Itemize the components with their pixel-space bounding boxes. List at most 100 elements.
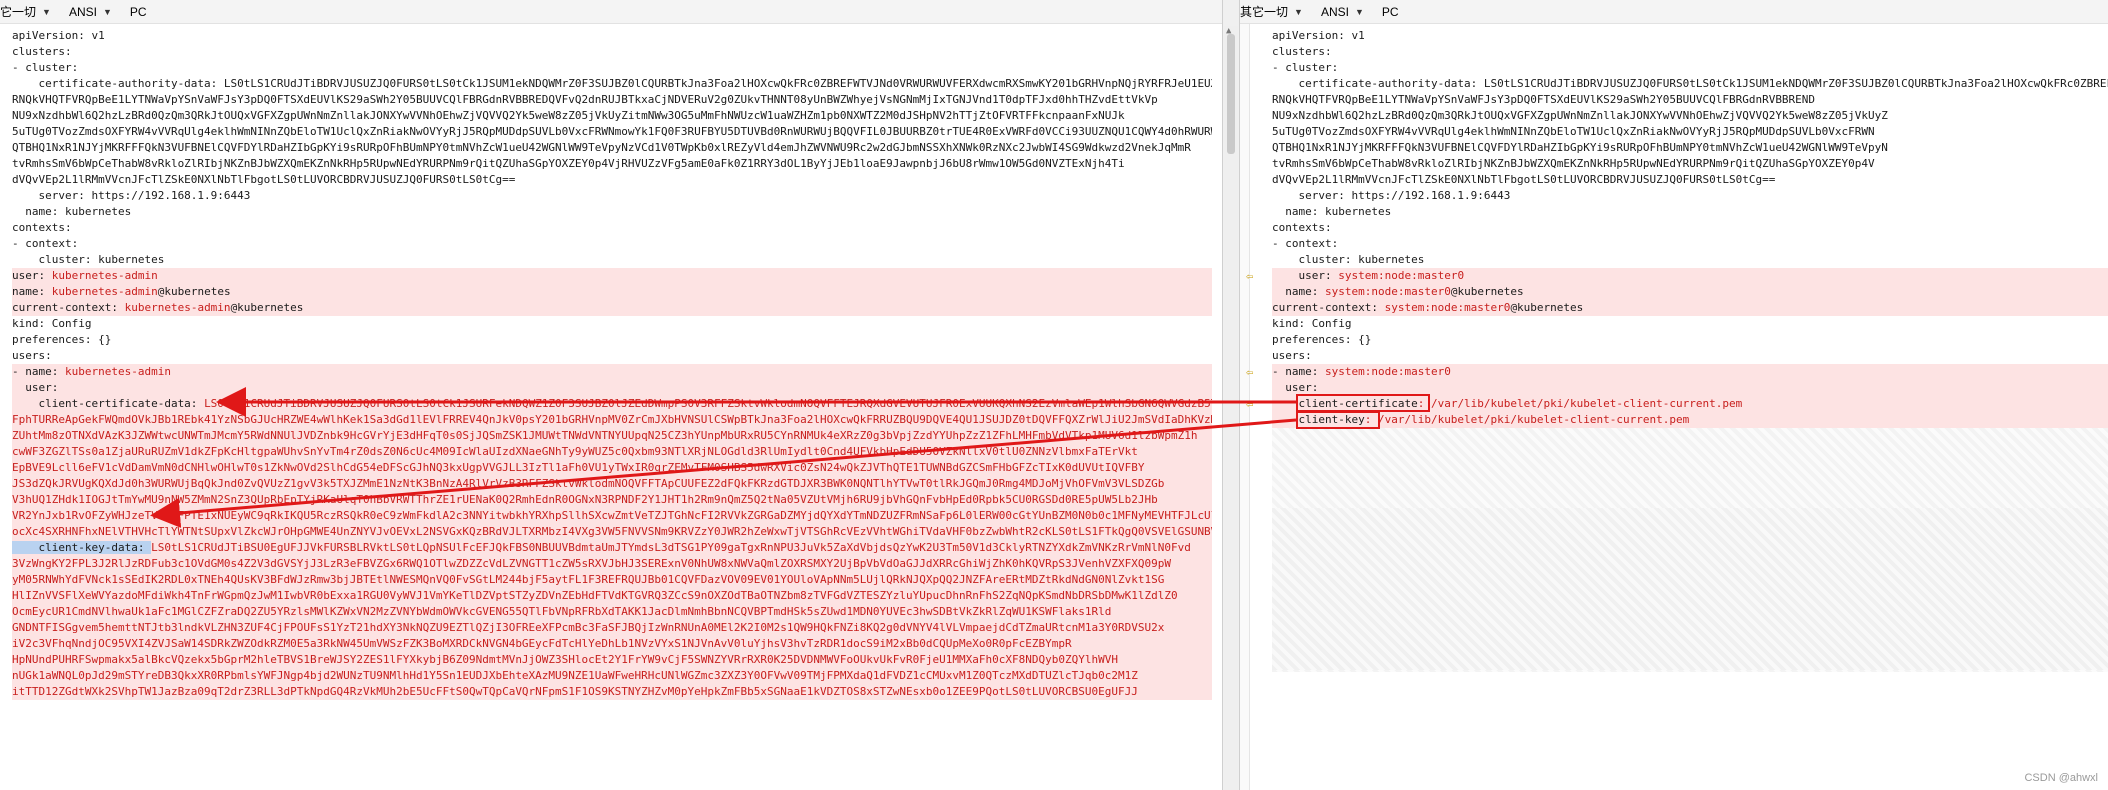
right-code-line[interactable]: - name: system:node:master0 [1272,364,2108,380]
right-code-line[interactable]: - cluster: [1272,60,2108,76]
right-code-line[interactable]: 5uTUg0TVozZmdsOXFYRW4vVVRqUlg4eklhWmNINn… [1272,124,2108,140]
right-code-line[interactable]: name: kubernetes [1272,204,2108,220]
left-code-line[interactable]: QTBHQ1NxR1NJYjMKRFFFQkN3VUFBNElCQVFDYlRD… [12,140,1212,156]
code-text: - cluster: [12,61,79,74]
copy-left-arrow-icon[interactable]: ⇦ [1246,366,1262,378]
left-code-line[interactable]: OcmEycUR1CmdNVlhwaUk1aFc1MGlCZFZraDQ2ZU5… [12,604,1212,620]
right-code-line[interactable]: name: system:node:master0@kubernetes [1272,284,2108,300]
code-text: name: kubernetes [12,205,132,218]
left-code-line[interactable]: preferences: {} [12,332,1212,348]
left-code-line[interactable]: certificate-authority-data: LS0tLS1CRUdJ… [12,76,1212,92]
code-text: certificate-authority-data: LS0tLS1CRUdJ… [38,77,1212,90]
left-code-line[interactable]: kind: Config [12,316,1212,332]
left-code-line[interactable]: GNDNTFISGgvem5hemttNTJtb3lndkVLZHN3ZUF4C… [12,620,1212,636]
code-diff-value: kubernetes-admin [51,269,158,282]
left-vertical-scrollbar[interactable]: ▲ [1224,26,1238,790]
right-code-line[interactable]: - context: [1272,236,2108,252]
left-code-line[interactable]: clusters: [12,44,1212,60]
code-text: users: [12,349,52,362]
left-code-line[interactable]: user: [12,380,1212,396]
right-code-line[interactable]: clusters: [1272,44,2108,60]
right-code-line[interactable]: cluster: kubernetes [1272,252,2108,268]
right-code-line[interactable]: contexts: [1272,220,2108,236]
left-code-line[interactable]: 5uTUg0TVozZmdsOXFYRW4vVVRqUlg4eklhWmNINn… [12,124,1212,140]
code-text: preferences: {} [12,333,112,346]
left-code-line[interactable]: ocXc4SXRHNFhxNElVTHVHcTlYWTNtSUpxVlZkcWJ… [12,524,1212,540]
left-code-line[interactable]: tvRmhsSmV6bWpCeThabW8vRkloZlRIbjNKZnBJbW… [12,156,1212,172]
left-code-line[interactable]: NU9xNzdhbWl6Q2hzLzBRd0QzQm3QRkJtOUQxVGFX… [12,108,1212,124]
right-encoding-menu[interactable]: 其它一切 ▼ [1240,3,1303,20]
right-code-line[interactable]: RNQkVHQTFVRQpBeE1LYTNWaVpYSnVaWFJsY3pDQ0… [1272,92,2108,108]
left-code-line[interactable]: - name: kubernetes-admin [12,364,1212,380]
right-code-view[interactable]: apiVersion: v1 clusters: - cluster: certif… [1272,28,2108,428]
left-code-line[interactable]: EpBVE9Lcll6eFV1cVdDamVmN0dCNHlwOHlwT0s1Z… [12,460,1212,476]
left-code-line[interactable]: name: kubernetes [12,204,1212,220]
left-code-line[interactable]: yM05RNWhYdFVNck1sSEdIK2RDL0xTNEh4QUsKV3B… [12,572,1212,588]
left-toolbar: 它一切 ▼ ANSI ▼ PC [0,0,1222,24]
right-line-ending-label: PC [1381,4,1399,19]
left-code-line[interactable]: cluster: kubernetes [12,252,1212,268]
left-code-line[interactable]: client-key-data: LS0tLS1CRUdJTiBSU0EgUFJ… [12,540,1212,556]
left-line-ending[interactable]: PC [130,5,147,19]
left-code-line[interactable]: - cluster: [12,60,1212,76]
left-code-line[interactable]: VR2YnJxb1RvOFZyWHJzeTVrSDFPTE1xNUEyWC9qR… [12,508,1212,524]
left-code-line[interactable]: user: kubernetes-admin [12,268,1212,284]
code-diff-value: : /var/lib/kubelet/pki/kubelet-client-cu… [1364,413,1690,426]
code-diff-value: kubernetes-admin [64,365,171,378]
left-code-view[interactable]: apiVersion: v1 clusters: - cluster: certif… [12,28,1212,700]
code-text: nUGk1aWNQL0pJd29mSTYreDB3QkxXR0RPbmlsYWF… [12,669,1138,682]
left-code-line[interactable]: cwWF3ZGZlTSs0a1ZjaURuRUZmV1dkZFpKcHltgpa… [12,444,1212,460]
left-code-line[interactable]: RNQkVHQTFVRQpBeE1LYTNWaVpYSnVaWFJsY3pDQ0… [12,92,1212,108]
left-code-line[interactable]: FphTURReApGekFWQmdOVkJBb1REbk41YzNSbGJUc… [12,412,1212,428]
right-code-line[interactable]: current-context: system:node:master0@kub… [1272,300,2108,316]
left-code-line[interactable]: apiVersion: v1 [12,28,1212,44]
code-key: name: [1272,285,1325,298]
code-diff-value: : /var/lib/kubelet/pki/kubelet-client-cu… [1417,397,1743,410]
right-code-line[interactable]: tvRmhsSmV6bWpCeThabW8vRkloZlRIbjNKZnBJbW… [1272,156,2108,172]
right-code-line[interactable]: server: https://192.168.1.9:6443 [1272,188,2108,204]
code-text: name: kubernetes [1272,205,1392,218]
code-text: clusters: [12,45,72,58]
left-code-line[interactable]: V3hUQ1ZHdk1IOGJtTmYwMU9nNW5ZMmN2SnZ3QUpR… [12,492,1212,508]
right-line-ending[interactable]: PC [1382,5,1399,19]
left-code-line[interactable]: dVQvVEp2L1lRMmVVcnJFcTlZSkE0NXlNbTlFbgot… [12,172,1212,188]
right-code-line[interactable]: certificate-authority-data: LS0tLS1CRUdJ… [1272,76,2108,92]
right-code-line[interactable]: client-key: /var/lib/kubelet/pki/kubelet… [1272,412,2108,428]
scroll-thumb[interactable] [1227,34,1235,154]
right-code-line[interactable]: users: [1272,348,2108,364]
left-code-line[interactable]: HpNUndPUHRFSwpmakx5alBkcVQzekx5bGprM2hle… [12,652,1212,668]
right-code-line[interactable]: dVQvVEp2L1lRMmVVcnJFcTlZSkE0NXlNbTlFbgot… [1272,172,2108,188]
code-text: server: https://192.168.1.9:6443 [12,189,251,202]
copy-left-arrow-icon[interactable]: ⇦ [1246,270,1262,282]
right-code-line[interactable]: QTBHQ1NxR1NJYjMKRFFFQkN3VUFBNElCQVFDYlRD… [1272,140,2108,156]
left-code-line[interactable]: - context: [12,236,1212,252]
left-code-line[interactable]: contexts: [12,220,1212,236]
left-code-line[interactable]: HlIZnVVSFlXeWVYazdoMFdiWkh4TnFrWGpmQzJwM… [12,588,1212,604]
right-code-line[interactable]: NU9xNzdhbWl6Q2hzLzBRd0QzQm3QRkJtOUQxVGFX… [1272,108,2108,124]
left-code-line[interactable]: ZUhtMm8zOTNXdVAzK3JZWWtwcUNWTmJMcmY5RWdN… [12,428,1212,444]
left-code-line[interactable]: iV2c3VFhqNndjOC95VXI4ZVJSaW14SDRkZWZOdkR… [12,636,1212,652]
watermark: CSDN @ahwxl [2024,772,2098,784]
right-code-line[interactable]: preferences: {} [1272,332,2108,348]
left-file-pane[interactable]: 它一切 ▼ ANSI ▼ PC apiVersion: v1 clusters: - c… [0,0,1222,790]
left-encoding-menu[interactable]: 它一切 ▼ [0,3,51,20]
right-code-line[interactable]: user: system:node:master0 [1272,268,2108,284]
left-code-line[interactable]: server: https://192.168.1.9:6443 [12,188,1212,204]
left-code-line[interactable]: itTTD12ZGdtWXk2SVhpTW1JazBza09qT2drZ3RLL… [12,684,1212,700]
left-code-line[interactable]: name: kubernetes-admin@kubernetes [12,284,1212,300]
left-code-line[interactable]: client-certificate-data: LS0tLS1CRUdJTiB… [12,396,1212,412]
code-key: client-key-data: [12,541,152,554]
right-code-line[interactable]: apiVersion: v1 [1272,28,2108,44]
left-code-line[interactable]: JS3dZQkJRVUgKQXdJd0h3WURWUjBqQkJnd0ZvQVU… [12,476,1212,492]
copy-left-arrow-icon[interactable]: ⇦ [1246,398,1262,410]
code-text: tvRmhsSmV6bWpCeThabW8vRkloZlRIbjNKZnBJbW… [12,157,1125,170]
left-charset-menu[interactable]: ANSI ▼ [69,5,112,19]
right-charset-menu[interactable]: ANSI ▼ [1321,5,1364,19]
code-text: - context: [1272,237,1339,250]
left-code-line[interactable]: nUGk1aWNQL0pJd29mSTYreDB3QkxXR0RPbmlsYWF… [12,668,1212,684]
left-code-line[interactable]: users: [12,348,1212,364]
left-code-line[interactable]: 3VzWngKY2FPL3J2RlJzRDFub3c1OVdGM0s4Z2V3d… [12,556,1212,572]
left-code-line[interactable]: current-context: kubernetes-admin@kubern… [12,300,1212,316]
code-text: users: [1272,349,1312,362]
right-code-line[interactable]: kind: Config [1272,316,2108,332]
